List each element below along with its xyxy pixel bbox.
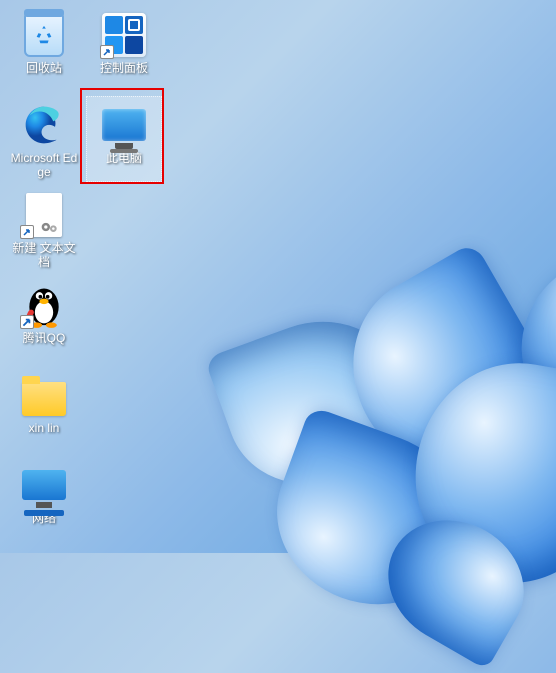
icon-label: 控制面板: [100, 61, 148, 75]
edge-icon: [20, 101, 68, 149]
icon-label: 新建 文本文档: [8, 241, 80, 269]
icon-label: xin lin: [29, 421, 60, 435]
shortcut-arrow-icon: [20, 225, 34, 239]
icon-label: Microsoft Edge: [8, 151, 80, 179]
folder-icon: [20, 371, 68, 419]
control-panel-icon: [100, 11, 148, 59]
desktop-icon-control-panel[interactable]: 控制面板: [86, 6, 162, 92]
desktop-icon-network[interactable]: 网络: [6, 456, 82, 542]
shortcut-arrow-icon: [100, 45, 114, 59]
icon-label: 回收站: [26, 61, 62, 75]
desktop-icon-new-text-document[interactable]: 新建 文本文档: [6, 186, 82, 272]
this-pc-icon: [100, 101, 148, 149]
shortcut-arrow-icon: [20, 315, 34, 329]
network-icon: [20, 461, 68, 509]
wallpaper-bloom: [176, 173, 556, 673]
desktop-icon-this-pc[interactable]: 此电脑: [86, 96, 162, 182]
desktop-icon-recycle-bin[interactable]: 回收站: [6, 6, 82, 92]
icon-label: 此电脑: [106, 151, 142, 165]
qq-penguin-icon: [20, 281, 68, 329]
desktop-icon-folder-xinlin[interactable]: xin lin: [6, 366, 82, 452]
desktop-icon-edge[interactable]: Microsoft Edge: [6, 96, 82, 182]
desktop[interactable]: 回收站 控制面板: [0, 0, 180, 548]
desktop-icon-qq[interactable]: 腾讯QQ: [6, 276, 82, 362]
text-document-icon: [20, 191, 68, 239]
recycle-bin-icon: [20, 11, 68, 59]
